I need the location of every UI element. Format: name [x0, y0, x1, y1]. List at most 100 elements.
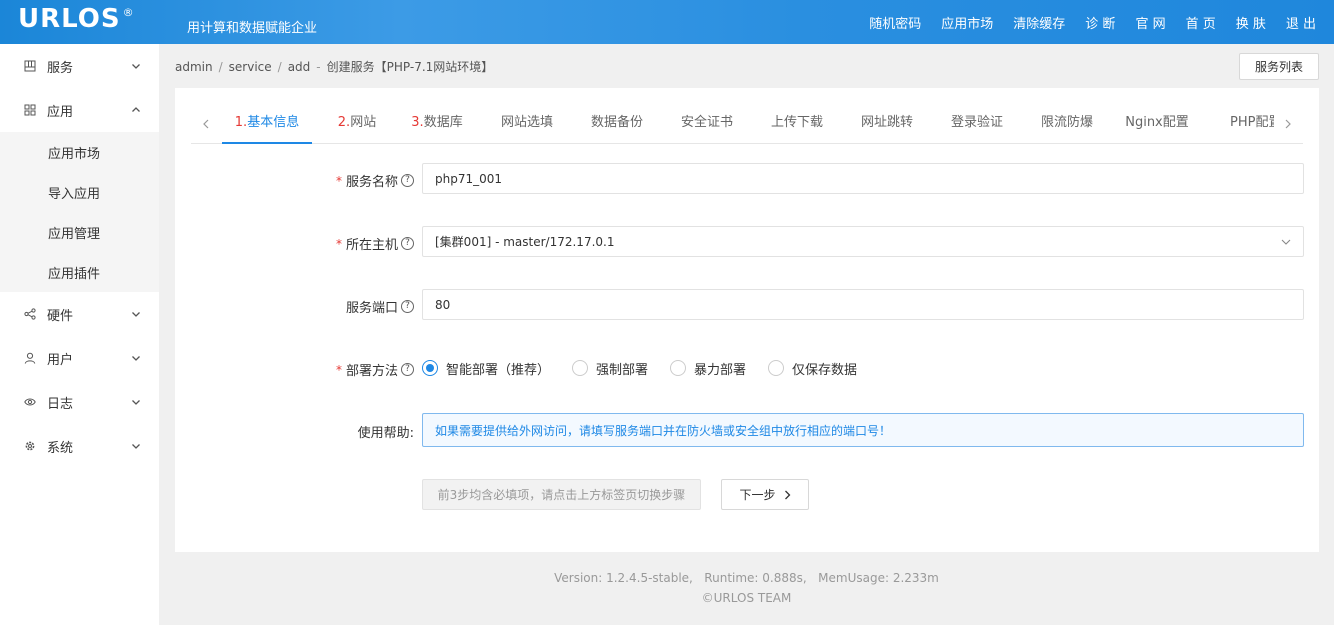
tab-label: 数据库: [423, 115, 463, 130]
tab-basic-info[interactable]: 1.基本信息: [222, 104, 312, 144]
tab-label: Nginx配置: [1125, 115, 1189, 130]
breadcrumb-add: add: [287, 60, 311, 74]
required-mark: *: [335, 236, 342, 251]
sidebar-sub-app-plugin[interactable]: 应用插件: [0, 252, 159, 292]
service-list-button[interactable]: 服务列表: [1239, 53, 1319, 80]
sidebar-sub-app-manage[interactable]: 应用管理: [0, 212, 159, 252]
host-select-value: [集群001] - master/172.17.0.1: [435, 235, 615, 249]
label-text: 部署方法: [345, 364, 398, 379]
service-name-label: * 服务名称?: [336, 171, 414, 190]
tab-label: 上传下载: [770, 115, 823, 130]
sidebar-sub-app-market[interactable]: 应用市场: [0, 132, 159, 172]
tab-database[interactable]: 3.数据库: [392, 104, 482, 144]
tab-upload-download[interactable]: 上传下载: [752, 104, 842, 144]
radio-smart-deploy[interactable]: 智能部署（推荐）: [422, 359, 550, 378]
radio-label: 暴力部署: [694, 362, 747, 378]
chevron-right-icon: [784, 490, 790, 499]
help-question-icon[interactable]: ?: [401, 300, 414, 313]
nav-diagnose[interactable]: 诊 断: [1085, 13, 1115, 32]
sidebar-item-user[interactable]: 用户: [0, 336, 159, 380]
step-tabs: 1.基本信息 2.网站 3.数据库 网站选填 数据备份 安全证书 上传下载 网址…: [191, 104, 1303, 144]
sidebar-item-app[interactable]: 应用: [0, 88, 159, 132]
tab-website[interactable]: 2.网站: [312, 104, 402, 144]
required-mark: *: [335, 173, 342, 188]
slogan: 用计算和数据赋能企业: [187, 21, 318, 36]
host-label: * 所在主机?: [336, 234, 414, 253]
sidebar-item-log[interactable]: 日志: [0, 380, 159, 424]
label-text: 服务名称: [345, 175, 398, 190]
footer-copyright: ©URLOS TEAM: [701, 591, 792, 605]
breadcrumb-separator: /: [218, 60, 223, 74]
tab-php-config[interactable]: PHP配置: [1202, 104, 1274, 144]
tab-label: PHP配置: [1230, 115, 1274, 130]
nav-clear-cache[interactable]: 清除缓存: [1013, 13, 1065, 32]
help-message: 如果需要提供给外网访问，请填写服务端口并在防火墙或安全组中放行相应的端口号！: [422, 413, 1304, 447]
host-select[interactable]: [集群001] - master/172.17.0.1: [422, 226, 1304, 257]
next-step-button[interactable]: 下一步: [721, 479, 809, 510]
chevron-down-icon: [132, 312, 140, 317]
tab-scroll-right[interactable]: [1273, 104, 1303, 144]
logo[interactable]: URLOS ®: [18, 4, 135, 34]
chevron-up-icon: [132, 107, 140, 112]
sidebar-item-label: 应用: [47, 104, 74, 120]
tab-nginx-config[interactable]: Nginx配置: [1112, 104, 1202, 144]
label-text: 所在主机: [345, 238, 398, 253]
app-submenu: 应用市场 导入应用 应用管理 应用插件: [0, 132, 159, 292]
help-question-icon[interactable]: ?: [401, 237, 414, 250]
sidebar-sub-import-app[interactable]: 导入应用: [0, 172, 159, 212]
apps-icon: [24, 104, 36, 116]
breadcrumb-service[interactable]: service: [229, 60, 272, 74]
radio-force-deploy[interactable]: 强制部署: [572, 359, 648, 378]
tab-number: 3.: [411, 115, 424, 130]
tab-data-backup[interactable]: 数据备份: [572, 104, 662, 144]
tab-login-auth[interactable]: 登录验证: [932, 104, 1022, 144]
form-card: 1.基本信息 2.网站 3.数据库 网站选填 数据备份 安全证书 上传下载 网址…: [175, 88, 1319, 552]
breadcrumb-admin[interactable]: admin: [175, 60, 213, 74]
tab-label: 数据备份: [590, 115, 643, 130]
tab-label: 网站: [350, 115, 377, 130]
tab-label: 登录验证: [950, 115, 1003, 130]
breadcrumb: admin / service / add - 创建服务【PHP-7.1网站环境】: [175, 58, 493, 75]
radio-circle: [768, 360, 785, 376]
sidebar-item-label: 日志: [47, 396, 74, 412]
nav-home[interactable]: 首 页: [1186, 13, 1216, 32]
eye-icon: [24, 396, 36, 408]
radio-circle: [572, 360, 589, 376]
radio-circle-checked: [422, 360, 438, 376]
sidebar-item-hardware[interactable]: 硬件: [0, 292, 159, 336]
tab-ssl-cert[interactable]: 安全证书: [662, 104, 752, 144]
help-question-icon[interactable]: ?: [401, 174, 414, 187]
footer-version-info: Version: 1.2.4.5-stable, Runtime: 0.888s…: [554, 571, 939, 585]
nav-official-site[interactable]: 官 网: [1135, 13, 1165, 32]
deploy-radio-group: 智能部署（推荐） 强制部署 暴力部署 仅保存数据: [422, 358, 879, 378]
label-text: 服务端口: [345, 301, 398, 316]
tab-label: 基本信息: [247, 115, 300, 130]
breadcrumb-dash: -: [316, 60, 321, 74]
service-name-input[interactable]: php71_001: [422, 163, 1304, 194]
tab-website-optional[interactable]: 网站选填: [482, 104, 572, 144]
sidebar-item-label: 系统: [47, 440, 74, 456]
chevron-right-icon: [1285, 119, 1291, 129]
port-input[interactable]: 80: [422, 289, 1304, 320]
sidebar-item-service[interactable]: 服务: [0, 44, 159, 88]
radio-label: 智能部署（推荐）: [446, 362, 551, 378]
nav-random-password[interactable]: 随机密码: [869, 13, 921, 32]
grid-icon: [24, 60, 36, 72]
sidebar: 服务 应用 应用市场 导入应用 应用管理 应用插件 硬件 用户 日志 系统: [0, 44, 159, 625]
tab-url-redirect[interactable]: 网址跳转: [842, 104, 932, 144]
tab-label: 网址跳转: [860, 115, 913, 130]
nav-skin[interactable]: 换 肤: [1236, 13, 1266, 32]
tab-scroll-left[interactable]: [191, 104, 221, 144]
chevron-down-icon: [132, 64, 140, 69]
tab-rate-limit[interactable]: 限流防爆: [1022, 104, 1112, 144]
nav-logout[interactable]: 退 出: [1286, 13, 1316, 32]
tab-label: 限流防爆: [1040, 115, 1093, 130]
sidebar-item-label: 硬件: [47, 308, 74, 324]
sidebar-item-system[interactable]: 系统: [0, 424, 159, 468]
help-question-icon[interactable]: ?: [401, 363, 414, 376]
logo-registered-mark: ®: [122, 6, 135, 19]
radio-save-data-only[interactable]: 仅保存数据: [768, 359, 857, 378]
help-label: 使用帮助:: [357, 426, 414, 441]
nav-app-market[interactable]: 应用市场: [941, 13, 993, 32]
radio-brute-deploy[interactable]: 暴力部署: [670, 359, 746, 378]
